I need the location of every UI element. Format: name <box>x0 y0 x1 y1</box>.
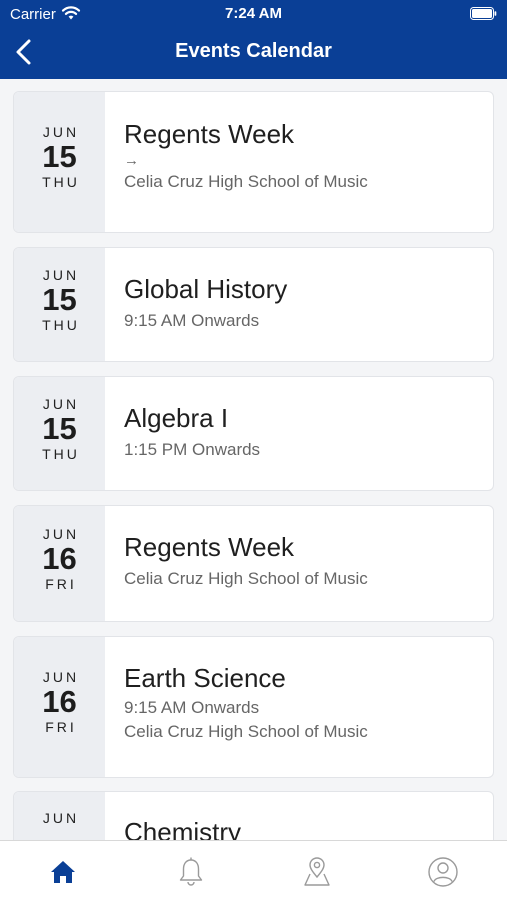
event-card[interactable]: JUN 15 THU Algebra I 1:15 PM Onwards <box>13 376 494 491</box>
event-month: JUN <box>42 810 80 826</box>
event-card[interactable]: JUN 16 FRI Earth Science 9:15 AM Onwards… <box>13 636 494 778</box>
event-weekday: FRI <box>45 719 77 735</box>
event-month: JUN <box>42 124 80 140</box>
event-info: Global History 9:15 AM Onwards <box>124 248 483 331</box>
event-card[interactable]: JUN 16 FRI Regents Week Celia Cruz High … <box>13 505 494 622</box>
status-bar: Carrier 7:24 AM <box>0 0 507 28</box>
event-weekday: FRI <box>45 576 77 592</box>
event-day: 16 <box>42 541 77 576</box>
event-card[interactable]: JUN Chemistry <box>13 791 494 840</box>
event-day: 15 <box>42 139 77 174</box>
event-day: 15 <box>42 282 77 317</box>
status-time: 7:24 AM <box>225 5 282 22</box>
event-info: Regents Week → Celia Cruz High School of… <box>124 92 483 192</box>
event-title: Earth Science <box>124 663 286 693</box>
app-header: Carrier 7:24 AM Events Calendar <box>0 0 507 79</box>
event-info: Regents Week Celia Cruz High School of M… <box>124 506 483 589</box>
event-month: JUN <box>42 267 80 283</box>
event-card[interactable]: JUN 15 THU Regents Week → Celia Cruz Hig… <box>13 91 494 233</box>
event-title: Regents Week <box>124 532 295 562</box>
event-weekday: THU <box>42 446 80 462</box>
event-info: Algebra I 1:15 PM Onwards <box>124 377 483 460</box>
battery-icon <box>470 7 497 20</box>
event-date: JUN 16 FRI <box>14 506 105 621</box>
tab-bar <box>0 840 507 900</box>
arrow-icon: → <box>124 152 139 169</box>
event-weekday: THU <box>42 317 80 333</box>
event-weekday: THU <box>42 174 80 190</box>
event-title: Algebra I <box>124 403 229 433</box>
event-title: Global History <box>124 274 288 304</box>
event-location: Celia Cruz High School of Music <box>124 569 368 588</box>
event-info: Chemistry <box>124 792 483 840</box>
events-list[interactable]: JUN 15 THU Regents Week → Celia Cruz Hig… <box>0 79 507 840</box>
map-pin-icon[interactable] <box>300 855 334 889</box>
event-title: Regents Week <box>124 119 295 149</box>
event-date: JUN <box>14 792 105 840</box>
event-date: JUN 15 THU <box>14 377 105 490</box>
event-date: JUN 15 THU <box>14 92 105 232</box>
event-time: 1:15 PM Onwards <box>124 440 261 459</box>
event-month: JUN <box>42 526 80 542</box>
event-title: Chemistry <box>124 817 242 840</box>
event-time: 9:15 AM Onwards <box>124 698 260 717</box>
event-day: 16 <box>42 684 77 719</box>
page-title: Events Calendar <box>175 40 332 62</box>
event-location: Celia Cruz High School of Music <box>124 722 368 741</box>
bell-icon[interactable] <box>174 855 208 889</box>
event-date: JUN 15 THU <box>14 248 105 361</box>
event-month: JUN <box>42 669 80 685</box>
event-card[interactable]: JUN 15 THU Global History 9:15 AM Onward… <box>13 247 494 362</box>
event-date: JUN 16 FRI <box>14 637 105 777</box>
profile-icon[interactable] <box>426 855 460 889</box>
home-icon[interactable] <box>46 855 80 889</box>
event-info: Earth Science 9:15 AM Onwards Celia Cruz… <box>124 637 483 742</box>
event-location: Celia Cruz High School of Music <box>124 172 368 191</box>
event-time: 9:15 AM Onwards <box>124 311 260 330</box>
event-month: JUN <box>42 396 80 412</box>
event-day: 15 <box>42 411 77 446</box>
